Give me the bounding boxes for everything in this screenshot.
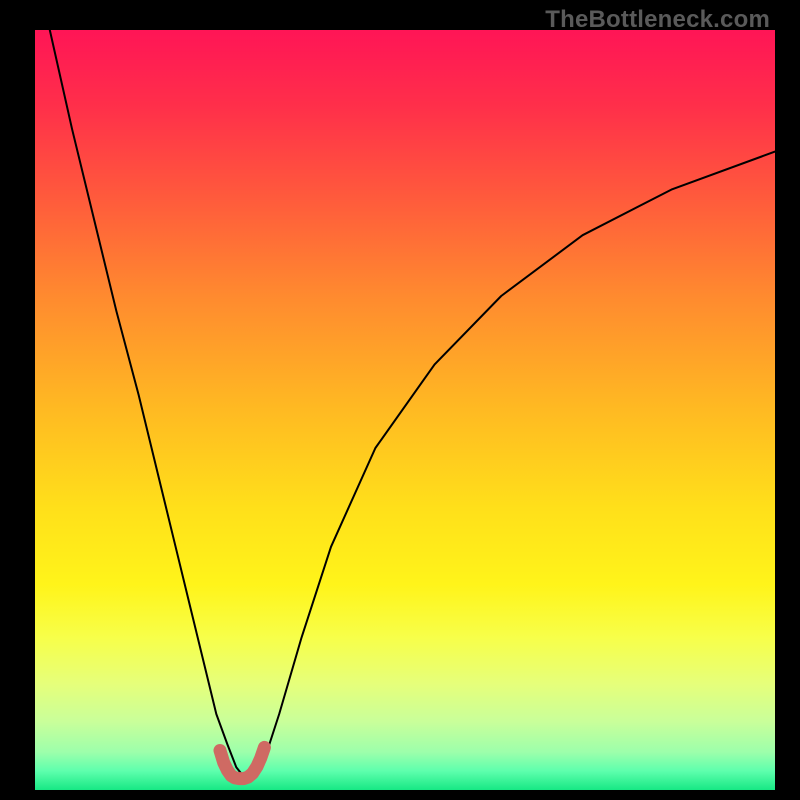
plot-area	[35, 30, 775, 790]
gradient-rect	[35, 30, 775, 790]
chart-svg	[35, 30, 775, 790]
chart-frame: TheBottleneck.com	[0, 0, 800, 800]
